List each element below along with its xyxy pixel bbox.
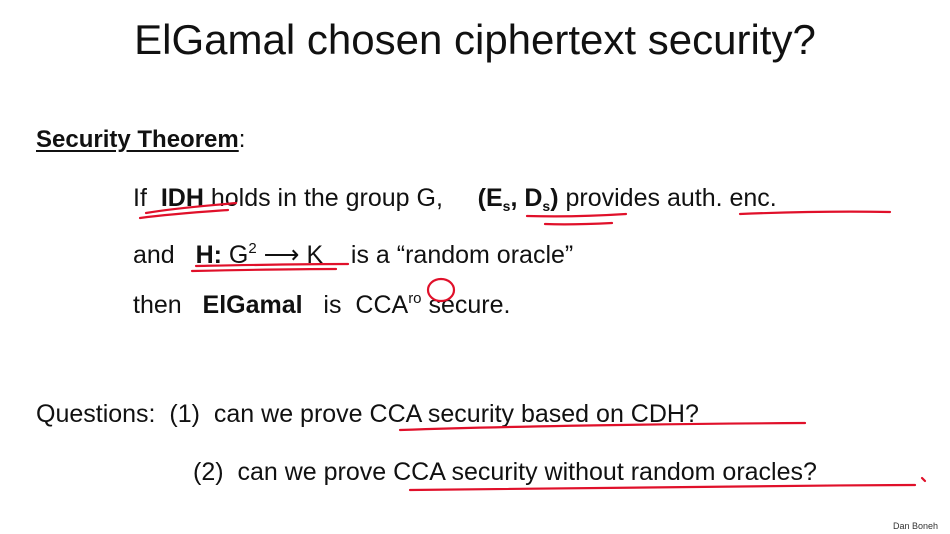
author-credit: Dan Boneh [892, 521, 938, 531]
auth-enc: auth. enc. [666, 184, 777, 212]
elgamal-label: ElGamal [202, 291, 303, 319]
question-2-prefix: can we prove [237, 458, 387, 486]
word-secure: secure. [428, 291, 511, 319]
word-provides: provides [565, 184, 660, 212]
theorem-line-1: If IDH holds in the group G, (Es, Ds) pr… [133, 181, 777, 223]
theorem-heading: Security Theorem: [36, 124, 245, 156]
slide: ElGamal chosen ciphertext security? Secu… [0, 0, 950, 534]
random-oracle-clause: is a “random oracle” [350, 241, 574, 269]
cca-ro: CCAro [355, 290, 422, 319]
hash-domain: G2 [228, 240, 257, 269]
word-is: is [323, 291, 342, 319]
hash-range: ⟶ K [263, 241, 324, 269]
idh-assumption: IDH [160, 184, 204, 212]
questions-label: Questions: [36, 400, 156, 428]
theorem-heading-colon: : [238, 126, 246, 153]
word-and: and [133, 241, 175, 269]
theorem-line-3: then ElGamal is CCAro secure. [133, 282, 510, 322]
theorem-heading-text: Security Theorem [36, 126, 239, 153]
question-1-text: CCA security based on CDH? [369, 400, 699, 428]
question-2: (2) can we prove CCA security without ra… [193, 455, 817, 489]
question-1: Questions: (1) can we prove CCA security… [36, 397, 699, 431]
group-clause: holds in the group G, [210, 184, 443, 212]
hash-label: H: [195, 241, 222, 269]
question-1-number: (1) [169, 400, 200, 428]
question-1-prefix: can we prove [213, 400, 363, 428]
slide-title: ElGamal chosen ciphertext security? [134, 16, 816, 63]
question-2-text: CCA security without random oracles? [393, 458, 817, 486]
word-then: then [133, 291, 182, 319]
theorem-line-2: and H: G2 ⟶ K is a “random oracle” [133, 232, 573, 272]
cipher-pair: (Es, Ds) [477, 184, 559, 214]
underline-cipher-pair-2 [543, 221, 614, 226]
word-if: If [133, 184, 147, 212]
question-2-number: (2) [193, 458, 224, 486]
ink-dot [920, 476, 927, 483]
